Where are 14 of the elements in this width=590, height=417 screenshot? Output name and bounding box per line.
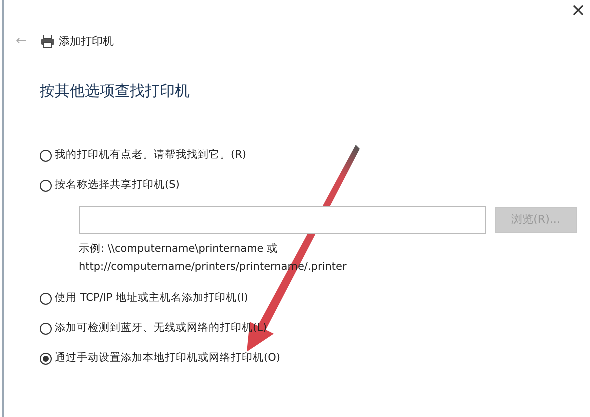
printer-name-field[interactable]: [79, 206, 486, 234]
radio-button[interactable]: [40, 353, 52, 365]
radio-button[interactable]: [40, 293, 52, 305]
radio-option[interactable]: 我的打印机有点老。请帮我找到它。(R): [40, 146, 246, 166]
radio-button[interactable]: [40, 323, 52, 335]
radio-button[interactable]: [40, 180, 52, 192]
close-button[interactable]: ×: [566, 0, 590, 22]
window-title: 添加打印机: [58, 34, 114, 50]
example-text: 示例: \\computername\printername 或: [79, 242, 278, 257]
radio-option[interactable]: 按名称选择共享打印机(S): [40, 176, 180, 196]
printer-icon: [40, 35, 55, 48]
radio-option[interactable]: 使用 TCP/IP 地址或主机名添加打印机(I): [40, 289, 248, 309]
page-heading: 按其他选项查找打印机: [40, 80, 191, 102]
radio-button[interactable]: [40, 150, 52, 162]
